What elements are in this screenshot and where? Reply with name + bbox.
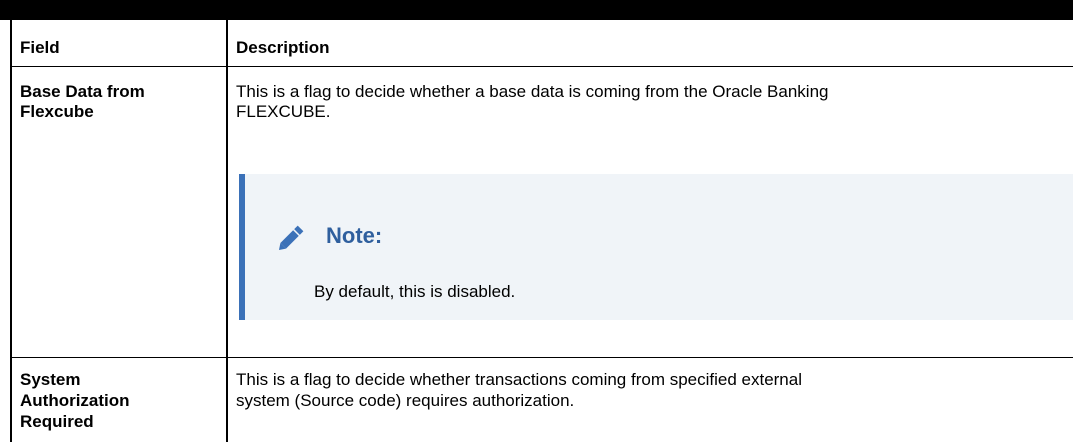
row2-description-line1: This is a flag to decide whether transac…: [236, 370, 802, 389]
row1-description-line1: This is a flag to decide whether a base …: [236, 82, 829, 101]
note-box: Note: By default, this is disabled.: [239, 174, 1073, 320]
row2-field-line2: Authorization: [20, 391, 130, 410]
row1-field-line1: Base Data from: [20, 82, 145, 101]
row2-field-line3: Required: [20, 412, 94, 431]
row1-field-line2: Flexcube: [20, 102, 94, 121]
header-description: Description: [236, 38, 330, 57]
table-left-border: [10, 20, 12, 442]
header-row-divider: [10, 66, 1073, 67]
header-field: Field: [20, 38, 60, 57]
note-title: Note:: [326, 223, 383, 248]
pencil-icon: [278, 225, 304, 251]
column-divider: [226, 20, 228, 442]
row2-description-line2: system (Source code) requires authorizat…: [236, 391, 575, 410]
row-divider: [10, 357, 1073, 358]
note-text: By default, this is disabled.: [314, 282, 516, 301]
row2-field-line1: System: [20, 370, 81, 389]
row1-description-line2: FLEXCUBE.: [236, 102, 331, 121]
table-top-border: [0, 0, 1073, 20]
